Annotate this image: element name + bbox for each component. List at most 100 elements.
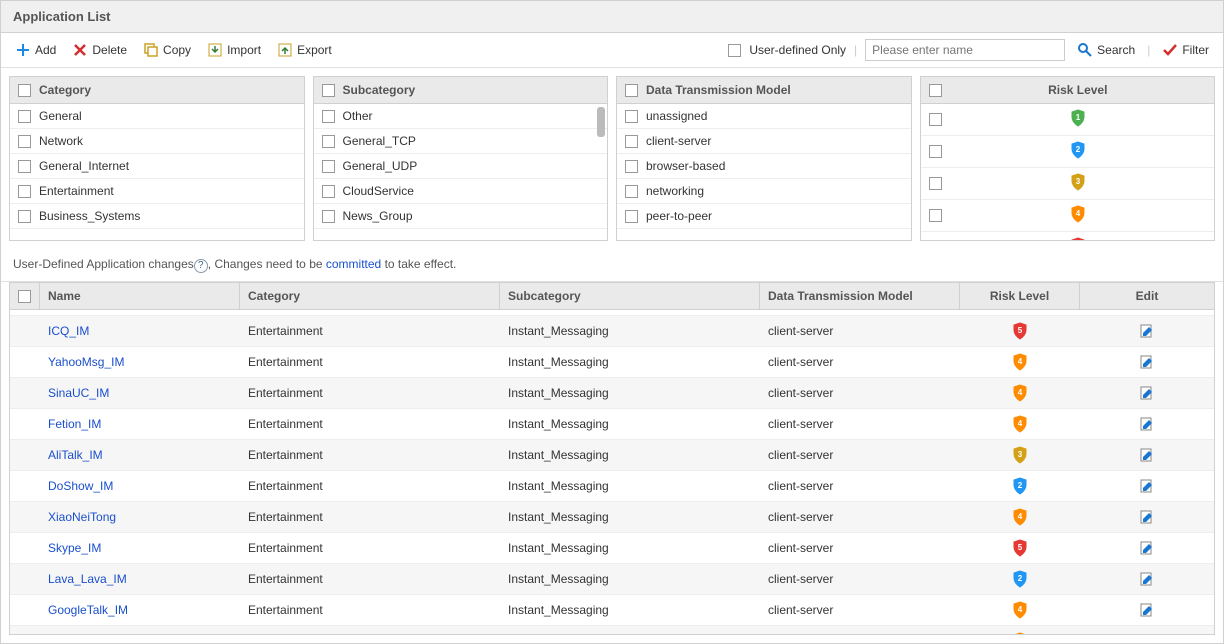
edit-icon[interactable] xyxy=(1139,323,1155,339)
table-row[interactable]: Lava_Lava_IMEntertainmentInstant_Messagi… xyxy=(10,564,1214,595)
filter-item-checkbox[interactable] xyxy=(625,210,638,223)
cell-dtm: client-server xyxy=(760,409,960,439)
filter-item[interactable]: Entertainment xyxy=(10,179,304,204)
app-name-link[interactable]: Lava_Lava_IM xyxy=(48,572,127,586)
filter-item[interactable]: Other xyxy=(314,104,608,129)
filter-item[interactable]: client-server xyxy=(617,129,911,154)
risk-filter-item[interactable]: 2 xyxy=(921,136,1215,168)
cell-dtm: client-server xyxy=(760,626,960,635)
filter-item[interactable]: Network xyxy=(10,129,304,154)
edit-icon[interactable] xyxy=(1139,633,1155,635)
table-row[interactable]: AliTalk_IMEntertainmentInstant_Messaging… xyxy=(10,440,1214,471)
filter-item[interactable]: Business_Systems xyxy=(10,204,304,229)
app-name-link[interactable]: AliTalk_IM xyxy=(48,448,103,462)
risk-shield-icon: 2 xyxy=(1012,477,1028,495)
risk-item-checkbox[interactable] xyxy=(929,177,942,190)
app-name-link[interactable]: Skype_IM xyxy=(48,541,101,555)
edit-icon[interactable] xyxy=(1139,447,1155,463)
select-all-checkbox[interactable] xyxy=(18,290,31,303)
svg-text:4: 4 xyxy=(1076,209,1081,218)
scrollbar-thumb[interactable] xyxy=(597,107,605,137)
category-select-all[interactable] xyxy=(18,84,31,97)
app-name-link[interactable]: Fetion_IM xyxy=(48,417,101,431)
filter-item[interactable]: unassigned xyxy=(617,104,911,129)
table-row[interactable]: GoogleTalk_IMEntertainmentInstant_Messag… xyxy=(10,595,1214,626)
risk-filter-item[interactable]: 4 xyxy=(921,200,1215,232)
filter-item-checkbox[interactable] xyxy=(625,185,638,198)
app-name-link[interactable]: ICQ_IM xyxy=(48,324,89,338)
table-row[interactable]: XiaoNeiTongEntertainmentInstant_Messagin… xyxy=(10,502,1214,533)
table-row[interactable]: Fetion_IMEntertainmentInstant_Messagingc… xyxy=(10,409,1214,440)
filter-item[interactable]: networking xyxy=(617,179,911,204)
add-button[interactable]: Add xyxy=(11,40,60,60)
filter-item[interactable]: General_UDP xyxy=(314,154,608,179)
filter-item[interactable]: peer-to-peer xyxy=(617,204,911,229)
risk-select-all[interactable] xyxy=(929,84,942,97)
application-list-panel: Application List Add Delete Copy Import … xyxy=(0,0,1224,644)
filter-item[interactable]: General_TCP xyxy=(314,129,608,154)
risk-item-checkbox[interactable] xyxy=(929,113,942,126)
filter-item-label: CloudService xyxy=(343,184,414,198)
filter-item[interactable]: CloudService xyxy=(314,179,608,204)
edit-icon[interactable] xyxy=(1139,540,1155,556)
edit-icon[interactable] xyxy=(1139,571,1155,587)
filter-item-checkbox[interactable] xyxy=(625,160,638,173)
svg-text:2: 2 xyxy=(1018,481,1023,490)
table-header: Name Category Subcategory Data Transmiss… xyxy=(9,282,1215,310)
filter-item-checkbox[interactable] xyxy=(625,110,638,123)
filter-item-checkbox[interactable] xyxy=(18,135,31,148)
cell-dtm: client-server xyxy=(760,316,960,346)
export-button[interactable]: Export xyxy=(273,40,336,60)
edit-icon[interactable] xyxy=(1139,509,1155,525)
filter-item[interactable]: browser-based xyxy=(617,154,911,179)
col-dtm: Data Transmission Model xyxy=(768,289,913,303)
edit-icon[interactable] xyxy=(1139,354,1155,370)
search-input[interactable] xyxy=(865,39,1065,61)
filter-item-checkbox[interactable] xyxy=(18,160,31,173)
table-row[interactable]: DoShow_IMEntertainmentInstant_Messagingc… xyxy=(10,471,1214,502)
filter-item[interactable]: General_Internet xyxy=(10,154,304,179)
filter-item[interactable]: News_Group xyxy=(314,204,608,229)
cell-category: Entertainment xyxy=(240,471,500,501)
dtm-select-all[interactable] xyxy=(625,84,638,97)
commit-link[interactable]: committed xyxy=(326,257,381,271)
app-name-link[interactable]: GoogleTalk_IM xyxy=(48,603,128,617)
table-row[interactable]: YahooMsg_IMEntertainmentInstant_Messagin… xyxy=(10,347,1214,378)
risk-filter-item[interactable]: 5 xyxy=(921,232,1215,240)
app-name-link[interactable]: DoShow_IM xyxy=(48,479,113,493)
filter-item-checkbox[interactable] xyxy=(625,135,638,148)
delete-button[interactable]: Delete xyxy=(68,40,131,60)
filter-item-checkbox[interactable] xyxy=(322,135,335,148)
filter-button[interactable]: Filter xyxy=(1158,40,1213,60)
table-row[interactable]: Skype_IMEntertainmentInstant_Messagingcl… xyxy=(10,533,1214,564)
edit-icon[interactable] xyxy=(1139,385,1155,401)
app-name-link[interactable]: TelTel_IM xyxy=(48,634,99,635)
app-name-link[interactable]: YahooMsg_IM xyxy=(48,355,124,369)
search-button[interactable]: Search xyxy=(1073,40,1139,60)
filter-item[interactable]: General xyxy=(10,104,304,129)
edit-icon[interactable] xyxy=(1139,416,1155,432)
filter-item-checkbox[interactable] xyxy=(18,185,31,198)
risk-item-checkbox[interactable] xyxy=(929,145,942,158)
edit-icon[interactable] xyxy=(1139,478,1155,494)
filter-item-checkbox[interactable] xyxy=(322,210,335,223)
risk-item-checkbox[interactable] xyxy=(929,209,942,222)
edit-icon[interactable] xyxy=(1139,602,1155,618)
copy-button[interactable]: Copy xyxy=(139,40,195,60)
filter-item-checkbox[interactable] xyxy=(322,110,335,123)
risk-filter-item[interactable]: 1 xyxy=(921,104,1215,136)
table-row[interactable]: ICQ_IMEntertainmentInstant_Messagingclie… xyxy=(10,316,1214,347)
filter-item-checkbox[interactable] xyxy=(322,185,335,198)
table-row[interactable]: SinaUC_IMEntertainmentInstant_Messagingc… xyxy=(10,378,1214,409)
import-button[interactable]: Import xyxy=(203,40,265,60)
table-row[interactable]: TelTel_IMEntertainmentInstant_Messagingc… xyxy=(10,626,1214,635)
help-icon[interactable]: ? xyxy=(194,259,208,273)
subcategory-select-all[interactable] xyxy=(322,84,335,97)
app-name-link[interactable]: XiaoNeiTong xyxy=(48,510,116,524)
filter-item-checkbox[interactable] xyxy=(18,210,31,223)
app-name-link[interactable]: SinaUC_IM xyxy=(48,386,109,400)
filter-item-checkbox[interactable] xyxy=(18,110,31,123)
risk-filter-item[interactable]: 3 xyxy=(921,168,1215,200)
filter-item-checkbox[interactable] xyxy=(322,160,335,173)
user-defined-only-checkbox[interactable] xyxy=(728,44,741,57)
